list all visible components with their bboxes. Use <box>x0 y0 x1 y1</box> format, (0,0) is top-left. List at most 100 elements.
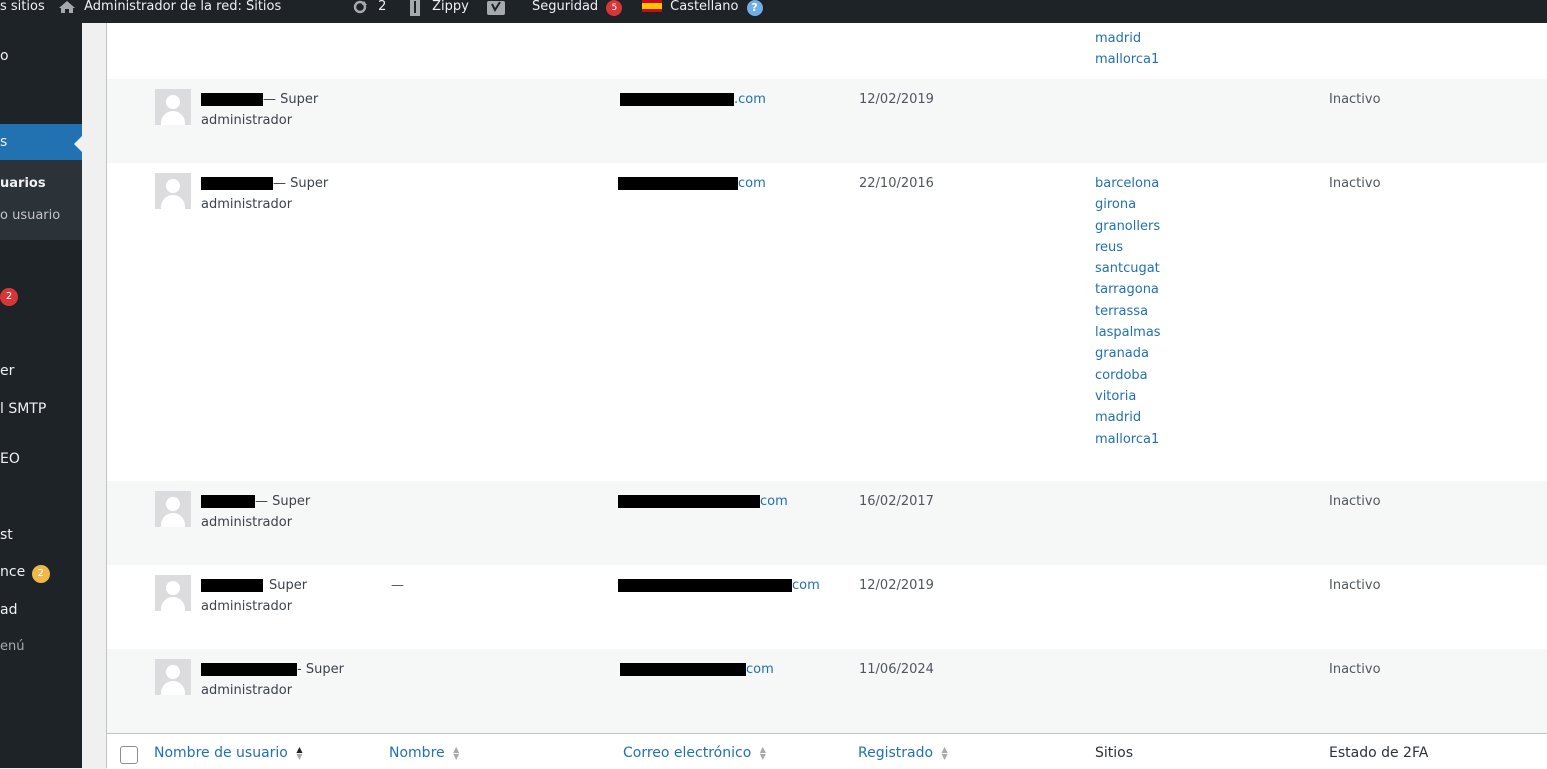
table-row: madrid mallorca1 <box>107 23 1547 79</box>
username-cell[interactable]: — Super administrador <box>201 173 371 215</box>
yoast-menu[interactable] <box>486 0 506 23</box>
redacted-username <box>201 495 255 508</box>
site-link[interactable]: cordoba <box>1095 365 1161 386</box>
avatar <box>155 173 191 209</box>
email-cell[interactable]: com <box>618 173 766 194</box>
site-link[interactable]: tarragona <box>1095 279 1161 300</box>
sidebar-item-dashboard[interactable]: o <box>0 48 9 64</box>
column-label: Correo electrónico <box>623 745 752 761</box>
redacted-username <box>201 663 297 676</box>
admin-bar: s sitios Administrador de la red: Sitios… <box>0 0 1547 23</box>
my-sites-menu[interactable]: s sitios <box>0 0 45 23</box>
registered-date: 16/02/2017 <box>859 494 934 509</box>
username-cell[interactable]: — Super administrador <box>201 491 371 533</box>
table-footer-header: Nombre de usuario ▲ ▼ Nombre ▲ ▼ Correo el… <box>107 733 1547 769</box>
spain-flag-icon <box>642 0 662 12</box>
select-all-checkbox[interactable] <box>120 746 138 764</box>
security-menu[interactable]: Seguridad 5 <box>532 0 623 23</box>
site-link[interactable]: granada <box>1095 343 1161 364</box>
table-row: — Super administrador com 22/10/2016 bar… <box>107 163 1547 481</box>
email-cell[interactable]: com <box>618 491 788 512</box>
sort-email-header[interactable]: Correo electrónico ▲ ▼ <box>623 745 768 761</box>
twofa-status: Inactivo <box>1329 578 1381 593</box>
sidebar-item-er[interactable]: er <box>0 363 14 379</box>
email-cell[interactable]: com <box>618 575 820 596</box>
redacted-username <box>201 579 263 592</box>
network-admin-menu[interactable]: Administrador de la red: Sitios <box>58 0 281 23</box>
site-link[interactable]: terrassa <box>1095 301 1161 322</box>
redacted-email <box>618 495 760 508</box>
collapse-menu[interactable]: enú <box>0 639 24 654</box>
twofa-status: Inactivo <box>1329 176 1381 191</box>
avatar <box>155 659 191 695</box>
email-cell[interactable]: com <box>620 659 774 680</box>
site-link[interactable]: mallorca1 <box>1095 49 1159 70</box>
redacted-username <box>201 177 273 190</box>
redacted-email <box>620 663 746 676</box>
sites-list: madrid mallorca1 <box>1095 28 1159 71</box>
twofa-status: Inactivo <box>1329 92 1381 107</box>
table-row: — Super administrador com 16/02/2017 Ina… <box>107 481 1547 565</box>
username-cell[interactable]: - Super administrador <box>201 659 391 701</box>
sort-arrows-icon: ▲ ▼ <box>941 745 948 761</box>
site-link[interactable]: granollers <box>1095 216 1161 237</box>
sort-name-header[interactable]: Nombre ▲ ▼ <box>389 745 461 761</box>
table-row: Super administrador — com 12/02/2019 Ina… <box>107 565 1547 649</box>
redacted-username <box>201 93 263 106</box>
table-row: — Super administrador .com 12/02/2019 In… <box>107 79 1547 163</box>
column-label: Nombre de usuario <box>154 745 288 761</box>
column-label: Nombre <box>389 745 445 761</box>
site-link[interactable]: santcugat <box>1095 258 1161 279</box>
site-link[interactable]: madrid <box>1095 28 1159 49</box>
site-link[interactable]: girona <box>1095 194 1161 215</box>
username-cell[interactable]: Super administrador <box>201 575 371 617</box>
security-count-badge: 5 <box>606 0 623 16</box>
avatar <box>155 491 191 527</box>
zippy-menu[interactable]: Zippy <box>408 0 469 23</box>
site-link[interactable]: vitoria <box>1095 386 1161 407</box>
users-table: madrid mallorca1 — Super administrador .… <box>106 23 1547 769</box>
nce-count-badge: 2 <box>31 565 50 583</box>
submenu-add-new-user[interactable]: o usuario <box>0 208 60 223</box>
sidebar-item-st[interactable]: st <box>0 527 13 543</box>
avatar <box>155 89 191 125</box>
sidebar-item-plugins[interactable]: 2 <box>0 287 18 306</box>
twofa-status: Inactivo <box>1329 662 1381 677</box>
avatar <box>155 575 191 611</box>
sort-registered-header[interactable]: Registrado ▲ ▼ <box>858 745 950 761</box>
email-cell[interactable]: .com <box>620 89 766 110</box>
site-link[interactable]: madrid <box>1095 407 1161 428</box>
email-suffix: com <box>746 662 774 677</box>
email-suffix: com <box>738 176 766 191</box>
zipper-icon <box>408 0 426 20</box>
sidebar-item-smtp[interactable]: l SMTP <box>0 401 46 417</box>
sort-arrows-icon: ▲ ▼ <box>759 745 766 761</box>
refresh-icon <box>352 0 372 18</box>
site-link[interactable]: laspalmas <box>1095 322 1161 343</box>
updates-menu[interactable]: 2 <box>352 0 386 23</box>
site-link[interactable]: reus <box>1095 237 1161 258</box>
sort-arrows-icon: ▲ ▼ <box>296 745 303 761</box>
sort-username-header[interactable]: Nombre de usuario ▲ ▼ <box>154 745 304 761</box>
sites-list: barcelona girona granollers reus santcug… <box>1095 173 1161 450</box>
sidebar-item-seo[interactable]: EO <box>0 451 20 467</box>
registered-date: 22/10/2016 <box>859 176 934 191</box>
site-link[interactable]: mallorca1 <box>1095 429 1161 450</box>
twofa-status: Inactivo <box>1329 494 1381 509</box>
language-menu[interactable]: Castellano ? <box>642 0 763 23</box>
username-cell[interactable]: — Super administrador <box>201 89 371 131</box>
sidebar-item-ad[interactable]: ad <box>0 602 17 618</box>
help-icon[interactable]: ? <box>746 0 763 16</box>
sidebar-item-nce[interactable]: nce 2 <box>0 564 50 583</box>
registered-date: 12/02/2019 <box>859 92 934 107</box>
sort-arrows-icon: ▲ ▼ <box>453 745 460 761</box>
sidebar-item-users-label: s <box>0 134 8 150</box>
sidebar-item-nce-label: nce <box>0 564 26 580</box>
current-menu-arrow <box>74 136 82 152</box>
sidebar-item-users[interactable]: s <box>0 124 82 160</box>
email-suffix: .com <box>734 92 766 107</box>
submenu-all-users[interactable]: uarios <box>0 176 46 191</box>
registered-date: 12/02/2019 <box>859 578 934 593</box>
site-link[interactable]: barcelona <box>1095 173 1161 194</box>
redacted-email <box>618 177 738 190</box>
